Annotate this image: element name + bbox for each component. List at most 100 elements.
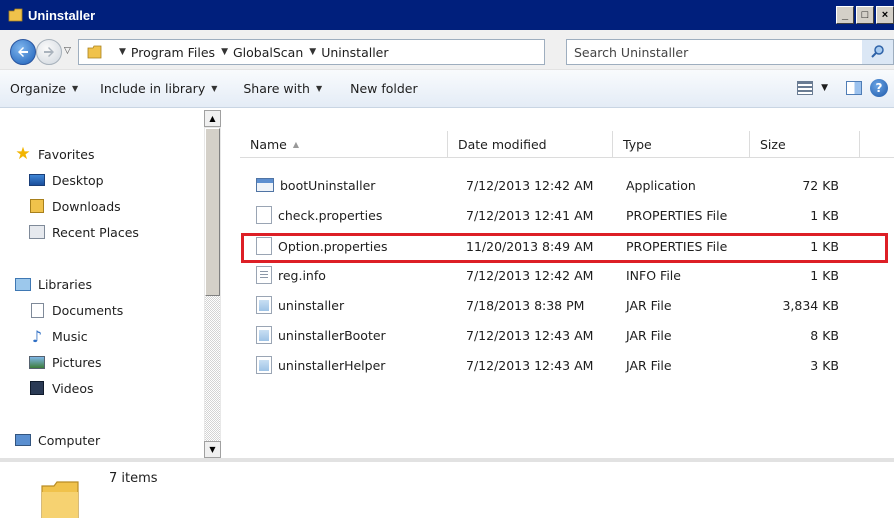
- nav-recent-places[interactable]: Recent Places: [28, 224, 139, 240]
- chevron-down-icon: ▼: [72, 84, 79, 93]
- scroll-up-arrow-icon[interactable]: ▲: [204, 110, 221, 127]
- nav-label: Music: [52, 328, 88, 344]
- column-label: Name: [250, 137, 287, 152]
- include-in-library-button[interactable]: Include in library ▼: [100, 81, 217, 96]
- file-type-cell: INFO File: [626, 267, 681, 283]
- file-date-cell: 7/12/2013 12:43 AM: [466, 327, 594, 343]
- command-bar: Organize ▼ Include in library ▼ Share with…: [0, 70, 894, 108]
- help-icon[interactable]: ?: [870, 79, 888, 97]
- folder-icon: [8, 8, 23, 22]
- breadcrumb-chevron-icon[interactable]: ▼: [309, 47, 316, 57]
- nav-label: Downloads: [52, 198, 121, 214]
- file-type-cell: Application: [626, 177, 696, 193]
- scrollbar-thumb[interactable]: [205, 128, 220, 296]
- include-in-library-label: Include in library: [100, 81, 206, 96]
- close-button[interactable]: ×: [876, 6, 894, 24]
- share-with-label: Share with: [243, 81, 310, 96]
- nav-label: Documents: [52, 302, 124, 318]
- preview-pane-icon[interactable]: [846, 81, 862, 95]
- scroll-down-arrow-icon[interactable]: ▼: [204, 441, 221, 458]
- nav-music[interactable]: ♪ Music: [28, 327, 88, 346]
- scrollbar-track[interactable]: [205, 296, 220, 441]
- file-date-cell: 7/18/2013 8:38 PM: [466, 297, 585, 313]
- breadcrumb-chevron-icon[interactable]: ▼: [221, 47, 228, 57]
- file-row[interactable]: check.properties 7/12/2013 12:41 AM PROPER…: [240, 203, 894, 227]
- chevron-down-icon: ▼: [315, 84, 323, 93]
- column-header-row: Name ▲ Date modified Type Size: [240, 131, 894, 158]
- file-size-cell: 1 KB: [810, 207, 839, 223]
- file-name-cell[interactable]: bootUninstaller: [240, 173, 448, 197]
- file-name-cell[interactable]: reg.info: [240, 263, 448, 287]
- file-name-cell[interactable]: uninstaller: [240, 293, 448, 317]
- title-bar: Uninstaller _ □ ×: [0, 0, 894, 30]
- breadcrumb-program-files[interactable]: Program Files: [131, 45, 215, 60]
- nav-downloads[interactable]: Downloads: [28, 198, 121, 214]
- nav-documents[interactable]: Documents: [28, 302, 123, 318]
- back-button[interactable]: [10, 39, 36, 65]
- maximize-button[interactable]: □: [856, 6, 874, 24]
- file-name: check.properties: [278, 207, 383, 223]
- navigation-scrollbar[interactable]: ▲ ▼: [204, 110, 221, 458]
- file-row[interactable]: uninstaller 7/18/2013 8:38 PM JAR File 3,83…: [240, 293, 894, 317]
- new-folder-button[interactable]: New folder: [350, 81, 418, 96]
- nav-label: Videos: [52, 380, 94, 396]
- file-date-cell: 7/12/2013 12:41 AM: [466, 207, 594, 223]
- column-label: Size: [760, 137, 786, 152]
- forward-button[interactable]: [36, 39, 62, 65]
- nav-desktop[interactable]: Desktop: [28, 172, 104, 188]
- file-date-cell: 7/12/2013 12:42 AM: [466, 177, 594, 193]
- breadcrumb-globalscan[interactable]: GlobalScan: [233, 45, 303, 60]
- file-row[interactable]: reg.info 7/12/2013 12:42 AM INFO File 1 KB: [240, 263, 894, 287]
- folder-icon: [87, 45, 102, 59]
- share-with-button[interactable]: Share with ▼: [243, 81, 322, 96]
- file-row[interactable]: uninstallerBooter 7/12/2013 12:43 AM JAR F…: [240, 323, 894, 347]
- organize-button[interactable]: Organize ▼: [10, 81, 78, 96]
- minimize-button[interactable]: _: [836, 6, 854, 24]
- change-view-icon[interactable]: [797, 81, 814, 95]
- nav-libraries[interactable]: Libraries: [14, 276, 92, 292]
- computer-icon: [14, 432, 32, 448]
- file-date-cell: 7/12/2013 12:42 AM: [466, 267, 594, 283]
- nav-videos[interactable]: Videos: [28, 380, 94, 396]
- nav-favorites[interactable]: ★ Favorites: [14, 144, 95, 164]
- file-type-cell: PROPERTIES File: [626, 207, 728, 223]
- breadcrumb-chevron-icon[interactable]: ▼: [119, 47, 126, 57]
- file-name-cell[interactable]: uninstallerBooter: [240, 323, 448, 347]
- nav-pictures[interactable]: Pictures: [28, 354, 102, 370]
- jar-file-icon: [256, 356, 272, 374]
- column-header-name[interactable]: Name ▲: [240, 131, 448, 158]
- search-placeholder: Search Uninstaller: [574, 44, 689, 60]
- address-box[interactable]: ▼ Program Files ▼ GlobalScan ▼ Uninstall…: [78, 39, 623, 65]
- column-header-size[interactable]: Size: [750, 131, 860, 158]
- application-icon: [256, 178, 274, 192]
- highlight-box: [241, 233, 888, 263]
- libraries-icon: [14, 276, 32, 292]
- file-size-cell: 8 KB: [810, 327, 839, 343]
- breadcrumb-uninstaller[interactable]: Uninstaller: [321, 45, 388, 60]
- file-row[interactable]: uninstallerHelper 7/12/2013 12:43 AM JAR F…: [240, 353, 894, 377]
- file-size-cell: 3 KB: [810, 357, 839, 373]
- details-pane: 7 items: [0, 458, 894, 518]
- search-button[interactable]: [862, 39, 894, 65]
- file-row[interactable]: bootUninstaller 7/12/2013 12:42 AM Applica…: [240, 173, 894, 197]
- file-name-cell[interactable]: uninstallerHelper: [240, 353, 448, 377]
- nav-label: Libraries: [38, 276, 92, 292]
- forward-arrow-icon: [44, 47, 54, 57]
- column-header-type[interactable]: Type: [613, 131, 750, 158]
- column-label: Date modified: [458, 137, 547, 152]
- address-bar-row: ▽ ▼ Program Files ▼ GlobalScan ▼ Uninsta…: [0, 30, 894, 70]
- file-name: uninstallerHelper: [278, 357, 386, 373]
- column-header-date[interactable]: Date modified: [448, 131, 613, 158]
- item-count: 7 items: [109, 471, 158, 486]
- search-input[interactable]: Search Uninstaller: [566, 39, 866, 65]
- view-dropdown-icon[interactable]: ▼: [821, 83, 828, 93]
- file-type-cell: JAR File: [626, 357, 672, 373]
- file-name: uninstallerBooter: [278, 327, 386, 343]
- file-type-cell: JAR File: [626, 327, 672, 343]
- nav-label: Favorites: [38, 146, 95, 162]
- nav-computer[interactable]: Computer: [14, 432, 100, 448]
- file-size-cell: 72 KB: [802, 177, 839, 193]
- file-date-cell: 7/12/2013 12:43 AM: [466, 357, 594, 373]
- recent-pages-dropdown[interactable]: ▽: [64, 46, 71, 56]
- file-name-cell[interactable]: check.properties: [240, 203, 448, 227]
